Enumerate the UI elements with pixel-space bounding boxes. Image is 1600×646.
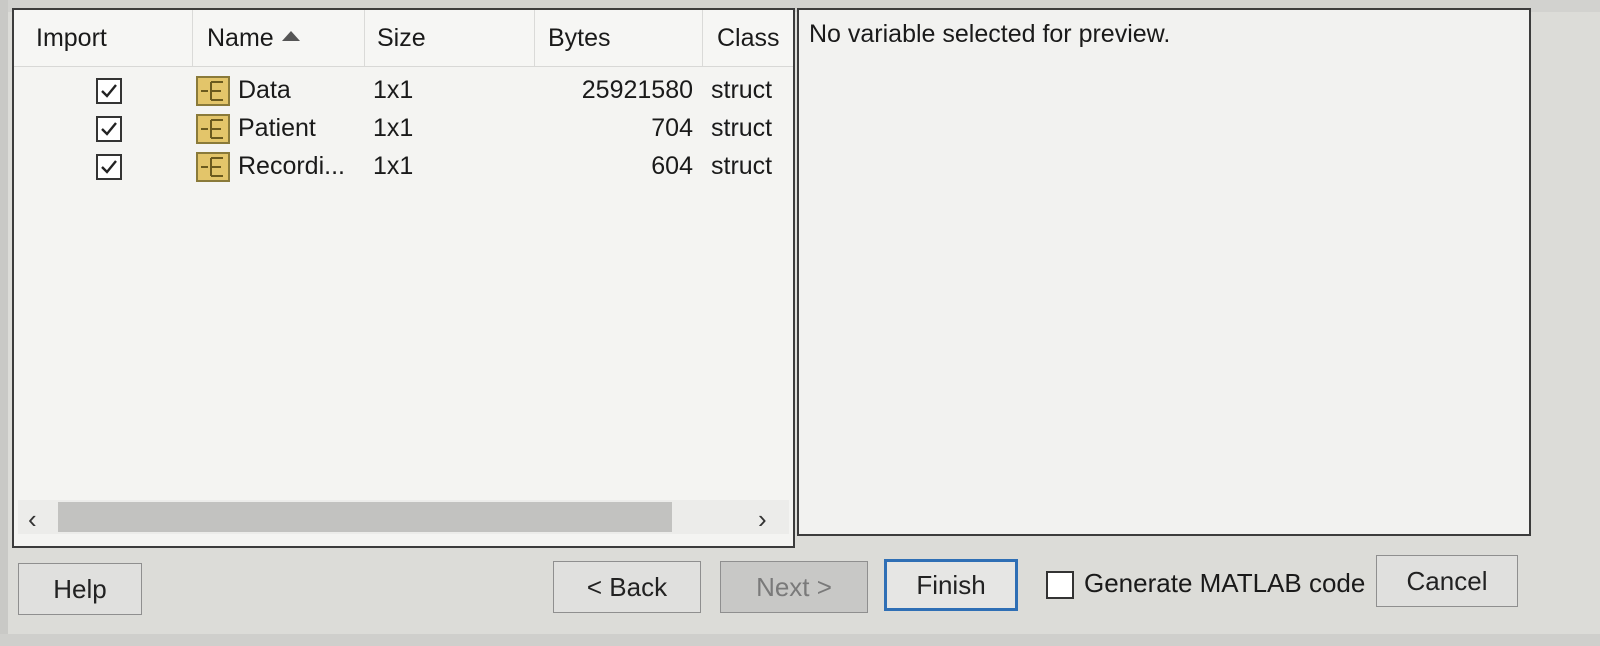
column-header-size[interactable]: Size [377,24,426,53]
next-button[interactable]: Next > [720,561,868,613]
column-header-name[interactable]: Name [207,24,300,53]
struct-icon [196,152,230,182]
window-frame-bottom [0,634,1600,646]
scrollbar-thumb[interactable] [58,502,672,532]
import-checkbox[interactable] [96,116,122,142]
variable-row[interactable]: Recordi... 1x1 604 struct [14,150,793,188]
variable-name: Recordi... [238,152,345,180]
finish-button[interactable]: Finish [884,559,1018,611]
variable-size: 1x1 [373,152,414,180]
cancel-button[interactable]: Cancel [1376,555,1518,607]
generate-code-checkbox[interactable] [1046,571,1074,599]
help-button[interactable]: Help [18,563,142,615]
import-checkbox[interactable] [96,78,122,104]
struct-icon [196,76,230,106]
generate-code-label[interactable]: Generate MATLAB code [1084,568,1365,599]
variable-size: 1x1 [373,76,414,104]
column-header-bytes[interactable]: Bytes [548,24,611,53]
variable-row[interactable]: Data 1x1 25921580 struct [14,74,793,112]
column-header-name-label: Name [207,24,274,52]
import-checkbox[interactable] [96,154,122,180]
column-header-import[interactable]: Import [36,24,107,53]
variable-row[interactable]: Patient 1x1 704 struct [14,112,793,150]
variable-class: struct [711,76,773,104]
variable-list-panel: Import Name Size Bytes Class Data 1x1 25… [12,8,795,548]
variable-list-header: Import Name Size Bytes Class [14,10,793,67]
variable-class: struct [711,152,773,180]
variable-bytes: 25921580 [581,76,693,104]
horizontal-scrollbar[interactable]: ‹ › [18,500,789,534]
column-header-class[interactable]: Class [717,24,780,53]
sort-ascending-icon [281,31,300,42]
struct-icon [196,114,230,144]
scroll-left-icon[interactable]: ‹ [28,504,37,535]
window-frame-left [0,0,8,646]
preview-message: No variable selected for preview. [809,20,1171,48]
variable-class: struct [711,114,773,142]
variable-bytes: 704 [651,114,693,142]
scroll-right-icon[interactable]: › [758,504,767,535]
variable-size: 1x1 [373,114,414,142]
back-button[interactable]: < Back [553,561,701,613]
preview-panel: No variable selected for preview. [797,8,1531,536]
variable-name: Data [238,76,291,104]
variable-name: Patient [238,114,316,142]
variable-bytes: 604 [651,152,693,180]
